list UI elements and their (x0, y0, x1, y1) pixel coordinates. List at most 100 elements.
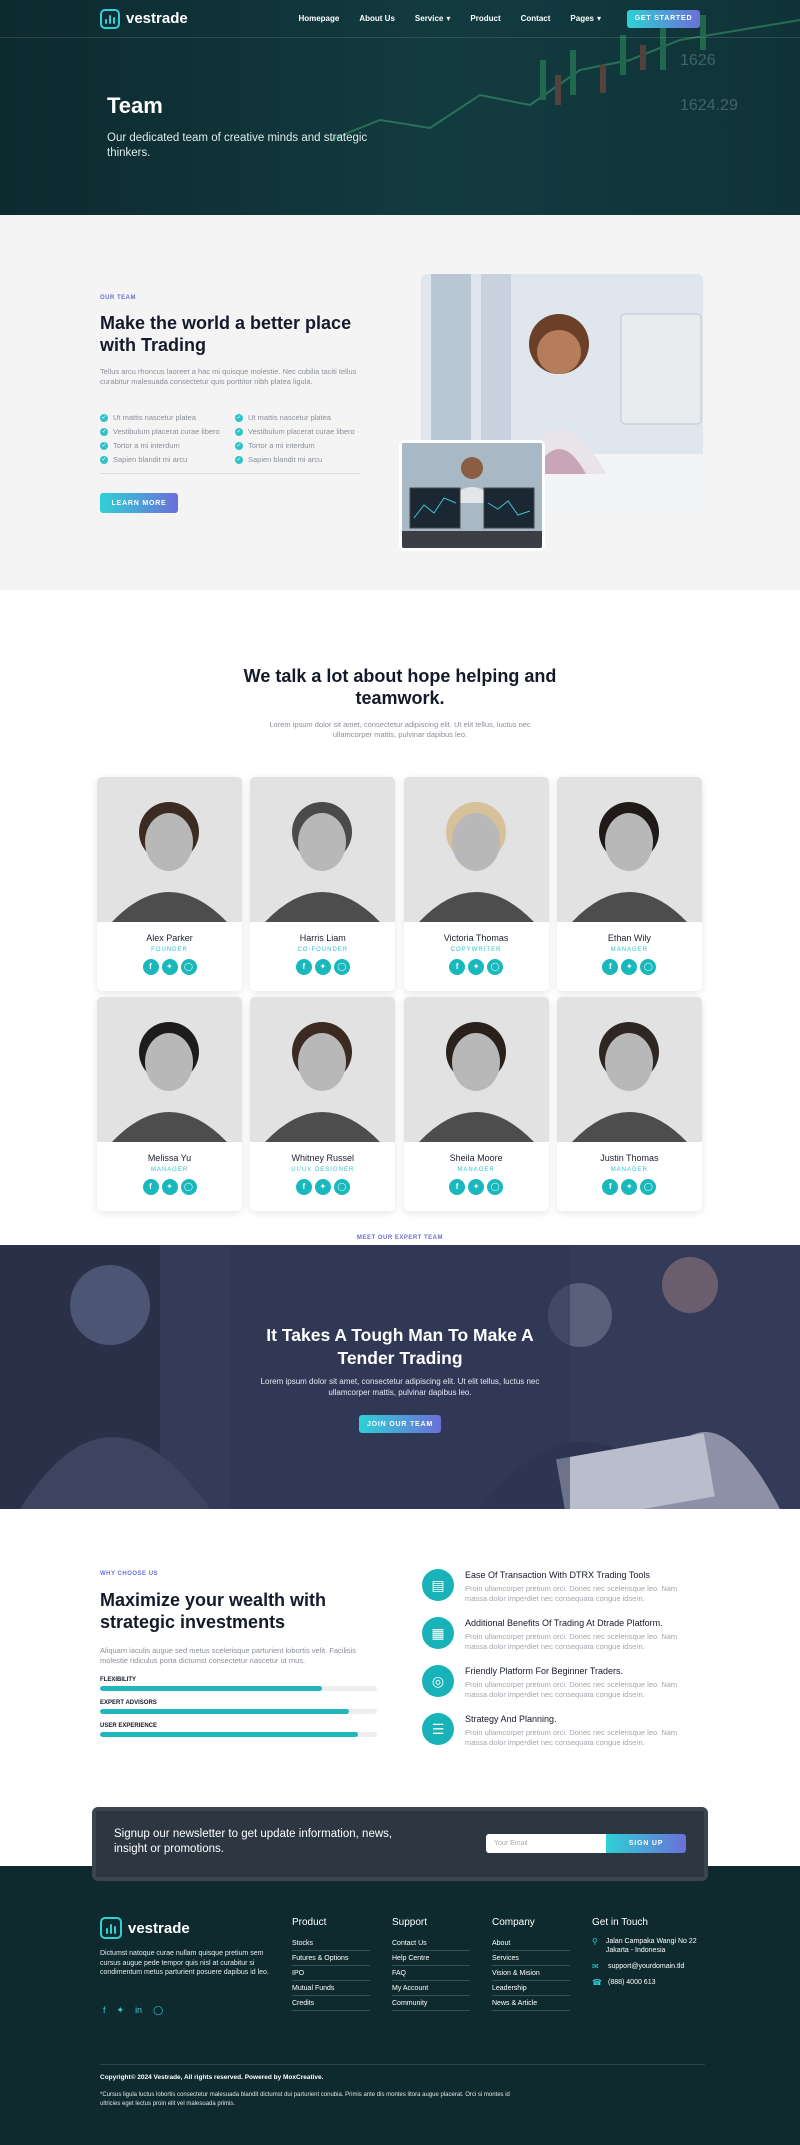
check-icon: ✓ (100, 428, 108, 436)
sign-up-button[interactable]: SIGN UP (606, 1834, 686, 1853)
nav-item-about-us[interactable]: About Us (359, 14, 395, 23)
footer-link[interactable]: Contact Us (392, 1936, 470, 1951)
footer-link[interactable]: News & Article (492, 1996, 570, 2011)
nav-item-service[interactable]: Service ▾ (415, 14, 450, 23)
footer-logo[interactable]: vestrade (100, 1917, 190, 1939)
twitter-icon[interactable]: ✦ (314, 959, 331, 975)
team-member-name: Justin Thomas (600, 1153, 659, 1163)
section-description: Tellus arcu rhoncus laoreet a hac mi qui… (100, 367, 357, 386)
team-member-card: Whitney Russel UI/UX DESIGNER f ✦ ◯ (250, 997, 396, 1211)
skill-bar: USER EXPERIENCE (100, 1723, 377, 1737)
linkedin-icon[interactable]: in (135, 2005, 142, 2016)
about-team-section: OUR TEAM Make the world a better place w… (0, 215, 800, 590)
footer-link[interactable]: Help Centre (392, 1951, 470, 1966)
instagram-icon[interactable]: ◯ (640, 1179, 657, 1195)
site-logo[interactable]: vestrade (100, 8, 188, 29)
nav-item-homepage[interactable]: Homepage (298, 14, 339, 23)
svg-text:1624.29: 1624.29 (680, 97, 738, 114)
footer-link[interactable]: FAQ (392, 1966, 470, 1981)
footer-column-product: Product Stocks Futures & Options IPO Mutual … (292, 1917, 370, 2011)
phone-icon: ☎ (592, 1978, 602, 1987)
footer-link[interactable]: My Account (392, 1981, 470, 1996)
facebook-icon[interactable]: f (142, 1179, 159, 1195)
footer-link[interactable]: IPO (292, 1966, 370, 1981)
instagram-icon[interactable]: ◯ (180, 1179, 197, 1195)
footer-link[interactable]: About (492, 1936, 570, 1951)
twitter-icon[interactable]: ✦ (117, 2005, 125, 2016)
footer-socials: f ✦ in ◯ (103, 2005, 163, 2016)
team-member-role: MANAGER (610, 947, 649, 953)
map-pin-icon: ⚲ (592, 1937, 598, 1946)
section-title: We talk a lot about hope helping and tea… (243, 666, 557, 708)
twitter-icon[interactable]: ✦ (468, 1179, 485, 1195)
facebook-icon[interactable]: f (142, 959, 159, 975)
footer-link[interactable]: Vision & Mision (492, 1966, 570, 1981)
instagram-icon[interactable]: ◯ (487, 959, 504, 975)
contact-email[interactable]: ✉ support@yourdomain.tld (592, 1962, 712, 1971)
feature-checklist: ✓ Ut mattis nascetur platea ✓ Ut mattis na… (100, 413, 360, 474)
contact-phone[interactable]: ☎ (888) 4000 613 (592, 1978, 712, 1987)
nav-item-service-label: Service (414, 14, 444, 23)
join-our-team-button[interactable]: JOIN OUR TEAM (359, 1415, 441, 1433)
footer-column-title: Company (492, 1917, 535, 1928)
facebook-icon[interactable]: f (449, 1179, 466, 1195)
facebook-icon[interactable]: f (449, 959, 466, 975)
team-member-socials: f ✦ ◯ (404, 959, 549, 975)
learn-more-button[interactable]: LEARN MORE (100, 493, 178, 513)
instagram-icon[interactable]: ◯ (487, 1179, 504, 1195)
facebook-icon[interactable]: f (103, 2005, 106, 2016)
twitter-icon[interactable]: ✦ (621, 1179, 638, 1195)
footer-link[interactable]: Community (392, 1996, 470, 2011)
footer-link[interactable]: Leadership (492, 1981, 570, 1996)
twitter-icon[interactable]: ✦ (161, 1179, 178, 1195)
footer-divider (100, 2064, 705, 2065)
skill-track (100, 1686, 377, 1691)
instagram-icon[interactable]: ◯ (180, 959, 197, 975)
check-item-label: Tortor a mi interdum (113, 441, 180, 450)
facebook-icon[interactable]: f (295, 1179, 312, 1195)
twitter-icon[interactable]: ✦ (468, 959, 485, 975)
facebook-icon[interactable]: f (602, 1179, 619, 1195)
twitter-icon[interactable]: ✦ (621, 959, 638, 975)
section-title: Make the world a better place with Tradi… (100, 313, 352, 355)
email-input[interactable] (486, 1834, 606, 1853)
nav-item-product[interactable]: Product (470, 14, 500, 23)
team-member-name: Whitney Russel (291, 1153, 355, 1163)
check-icon: ✓ (235, 428, 243, 436)
footer-link[interactable]: Stocks (292, 1936, 370, 1951)
skill-track (100, 1732, 377, 1737)
footer-link[interactable]: Futures & Options (292, 1951, 370, 1966)
logo-icon (100, 8, 120, 29)
nav-item-pages[interactable]: Pages ▾ (570, 14, 601, 23)
logo-text: vestrade (126, 10, 188, 27)
facebook-icon[interactable]: f (295, 959, 312, 975)
feature-item: ☰ Strategy And Planning. Proin ullamcorper… (422, 1713, 712, 1761)
team-member-role: MANAGER (610, 1167, 649, 1173)
instagram-icon[interactable]: ◯ (333, 1179, 350, 1195)
hero-section: 1626 1624.29 vestrade Homepage About Us … (0, 0, 800, 215)
instagram-icon[interactable]: ◯ (333, 959, 350, 975)
facebook-icon[interactable]: f (602, 959, 619, 975)
team-member-photo (250, 777, 396, 922)
footer-link[interactable]: Credits (292, 1996, 370, 2011)
instagram-icon[interactable]: ◯ (640, 959, 657, 975)
check-item-label: Vestibulum placerat curae libero (248, 427, 355, 436)
team-member-role: CO-FOUNDER (297, 947, 349, 953)
skill-label: USER EXPERIENCE (100, 1723, 158, 1729)
team-member-card: Justin Thomas MANAGER f ✦ ◯ (556, 997, 702, 1211)
nav-item-pages-label: Pages (570, 14, 594, 23)
get-started-button[interactable]: GET STARTED (627, 9, 700, 28)
chevron-down-icon: ▾ (446, 14, 451, 23)
footer-link[interactable]: Mutual Funds (292, 1981, 370, 1996)
nav-item-contact[interactable]: Contact (521, 14, 551, 23)
check-item: ✓ Tortor a mi interdum (235, 441, 360, 451)
team-member-photo (250, 997, 396, 1142)
instagram-icon[interactable]: ◯ (153, 2005, 163, 2016)
twitter-icon[interactable]: ✦ (314, 1179, 331, 1195)
section-eyebrow: OUR TEAM (100, 295, 136, 301)
contact-address: ⚲ Jalan Campaka Wangi No 22 Jakarta - Ind… (592, 1937, 712, 1955)
contact-title: Get in Touch (592, 1917, 648, 1928)
footer-link[interactable]: Services (492, 1951, 570, 1966)
twitter-icon[interactable]: ✦ (161, 959, 178, 975)
team-member-role: FOUNDER (151, 947, 188, 953)
